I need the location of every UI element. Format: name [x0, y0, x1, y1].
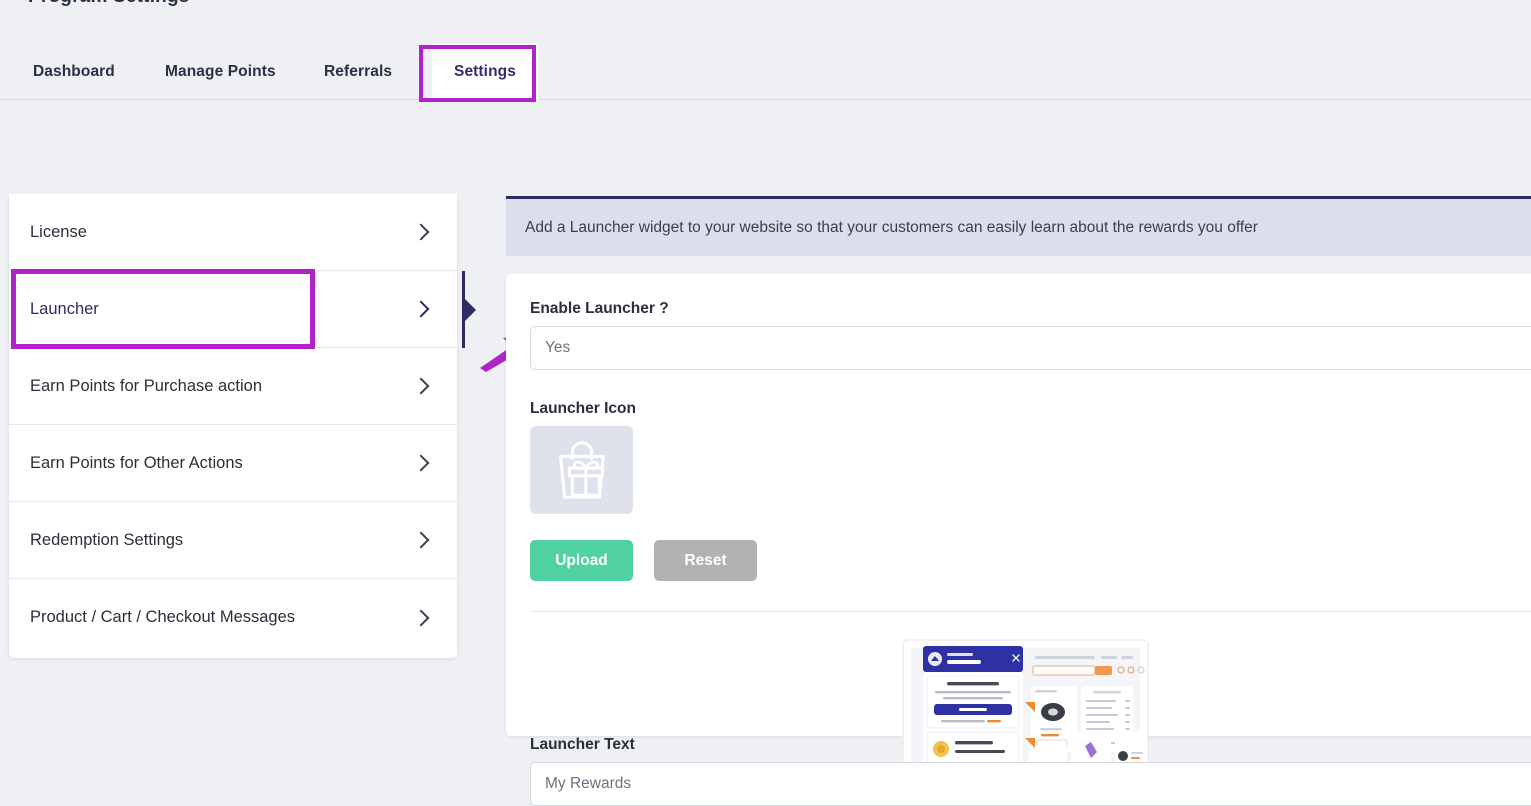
sidebar-item-launcher[interactable]: Launcher — [9, 271, 465, 348]
tab-bar: Dashboard Manage Points Referrals Settin… — [0, 44, 1531, 100]
sidebar-item-label: Redemption Settings — [30, 530, 184, 549]
enable-launcher-label: Enable Launcher ? — [530, 300, 669, 317]
chevron-right-icon — [412, 609, 430, 626]
tab-dashboard[interactable]: Dashboard — [33, 44, 115, 100]
icon-action-buttons: Upload Reset — [530, 540, 1531, 581]
chevron-right-icon — [412, 377, 430, 395]
sidebar-item-label: Product / Cart / Checkout Messages — [30, 608, 296, 626]
info-banner-text: Add a Launcher widget to your website so… — [525, 218, 1258, 236]
sidebar-item-product-cart-checkout-messages[interactable]: Product / Cart / Checkout Messages — [9, 579, 457, 656]
launcher-icon-preview[interactable] — [530, 426, 633, 514]
sidebar-item-label: Earn Points for Other Actions — [30, 453, 243, 472]
tab-manage-points[interactable]: Manage Points — [165, 44, 276, 100]
sidebar-item-label: License — [30, 222, 87, 241]
reset-button[interactable]: Reset — [654, 540, 757, 581]
page-title: Program Settings — [28, 0, 190, 8]
sidebar-item-redemption-settings[interactable]: Redemption Settings — [9, 502, 457, 579]
sidebar-item-label: Launcher — [30, 299, 99, 318]
tab-settings[interactable]: Settings — [432, 44, 538, 100]
tab-referrals[interactable]: Referrals — [324, 44, 392, 100]
sidebar-item-license[interactable]: License — [9, 194, 457, 271]
shopping-bag-gift-icon — [558, 441, 605, 499]
upload-button[interactable]: Upload — [530, 540, 633, 581]
launcher-text-input[interactable]: My Rewards — [530, 762, 1531, 806]
enable-launcher-select[interactable]: Yes — [530, 326, 1531, 370]
launcher-icon-label: Launcher Icon — [530, 400, 636, 417]
chevron-right-icon — [412, 454, 430, 472]
active-indicator — [462, 271, 465, 348]
field-launcher-text: Launcher Text My Rewards — [530, 736, 1531, 806]
sidebar-item-earn-points-other[interactable]: Earn Points for Other Actions — [9, 425, 457, 502]
field-launcher-icon: Launcher Icon Upload Reset — [530, 400, 1531, 798]
sidebar-item-label: Earn Points for Purchase action — [30, 376, 263, 395]
chevron-right-icon — [412, 300, 430, 318]
sidebar-item-earn-points-purchase[interactable]: Earn Points for Purchase action — [9, 348, 457, 425]
settings-sidebar: License Launcher Earn Points for Purchas… — [9, 194, 465, 658]
info-banner: Add a Launcher widget to your website so… — [506, 196, 1531, 256]
launcher-settings-panel: Add a Launcher widget to your website so… — [506, 196, 1531, 806]
field-enable-launcher: Enable Launcher ? Yes — [530, 300, 1531, 370]
panel-body: Enable Launcher ? Yes Launcher Icon Uplo… — [506, 274, 1531, 806]
divider — [530, 611, 1531, 612]
chevron-right-icon — [412, 531, 430, 549]
chevron-right-icon — [412, 223, 430, 241]
launcher-text-label: Launcher Text — [530, 736, 635, 753]
